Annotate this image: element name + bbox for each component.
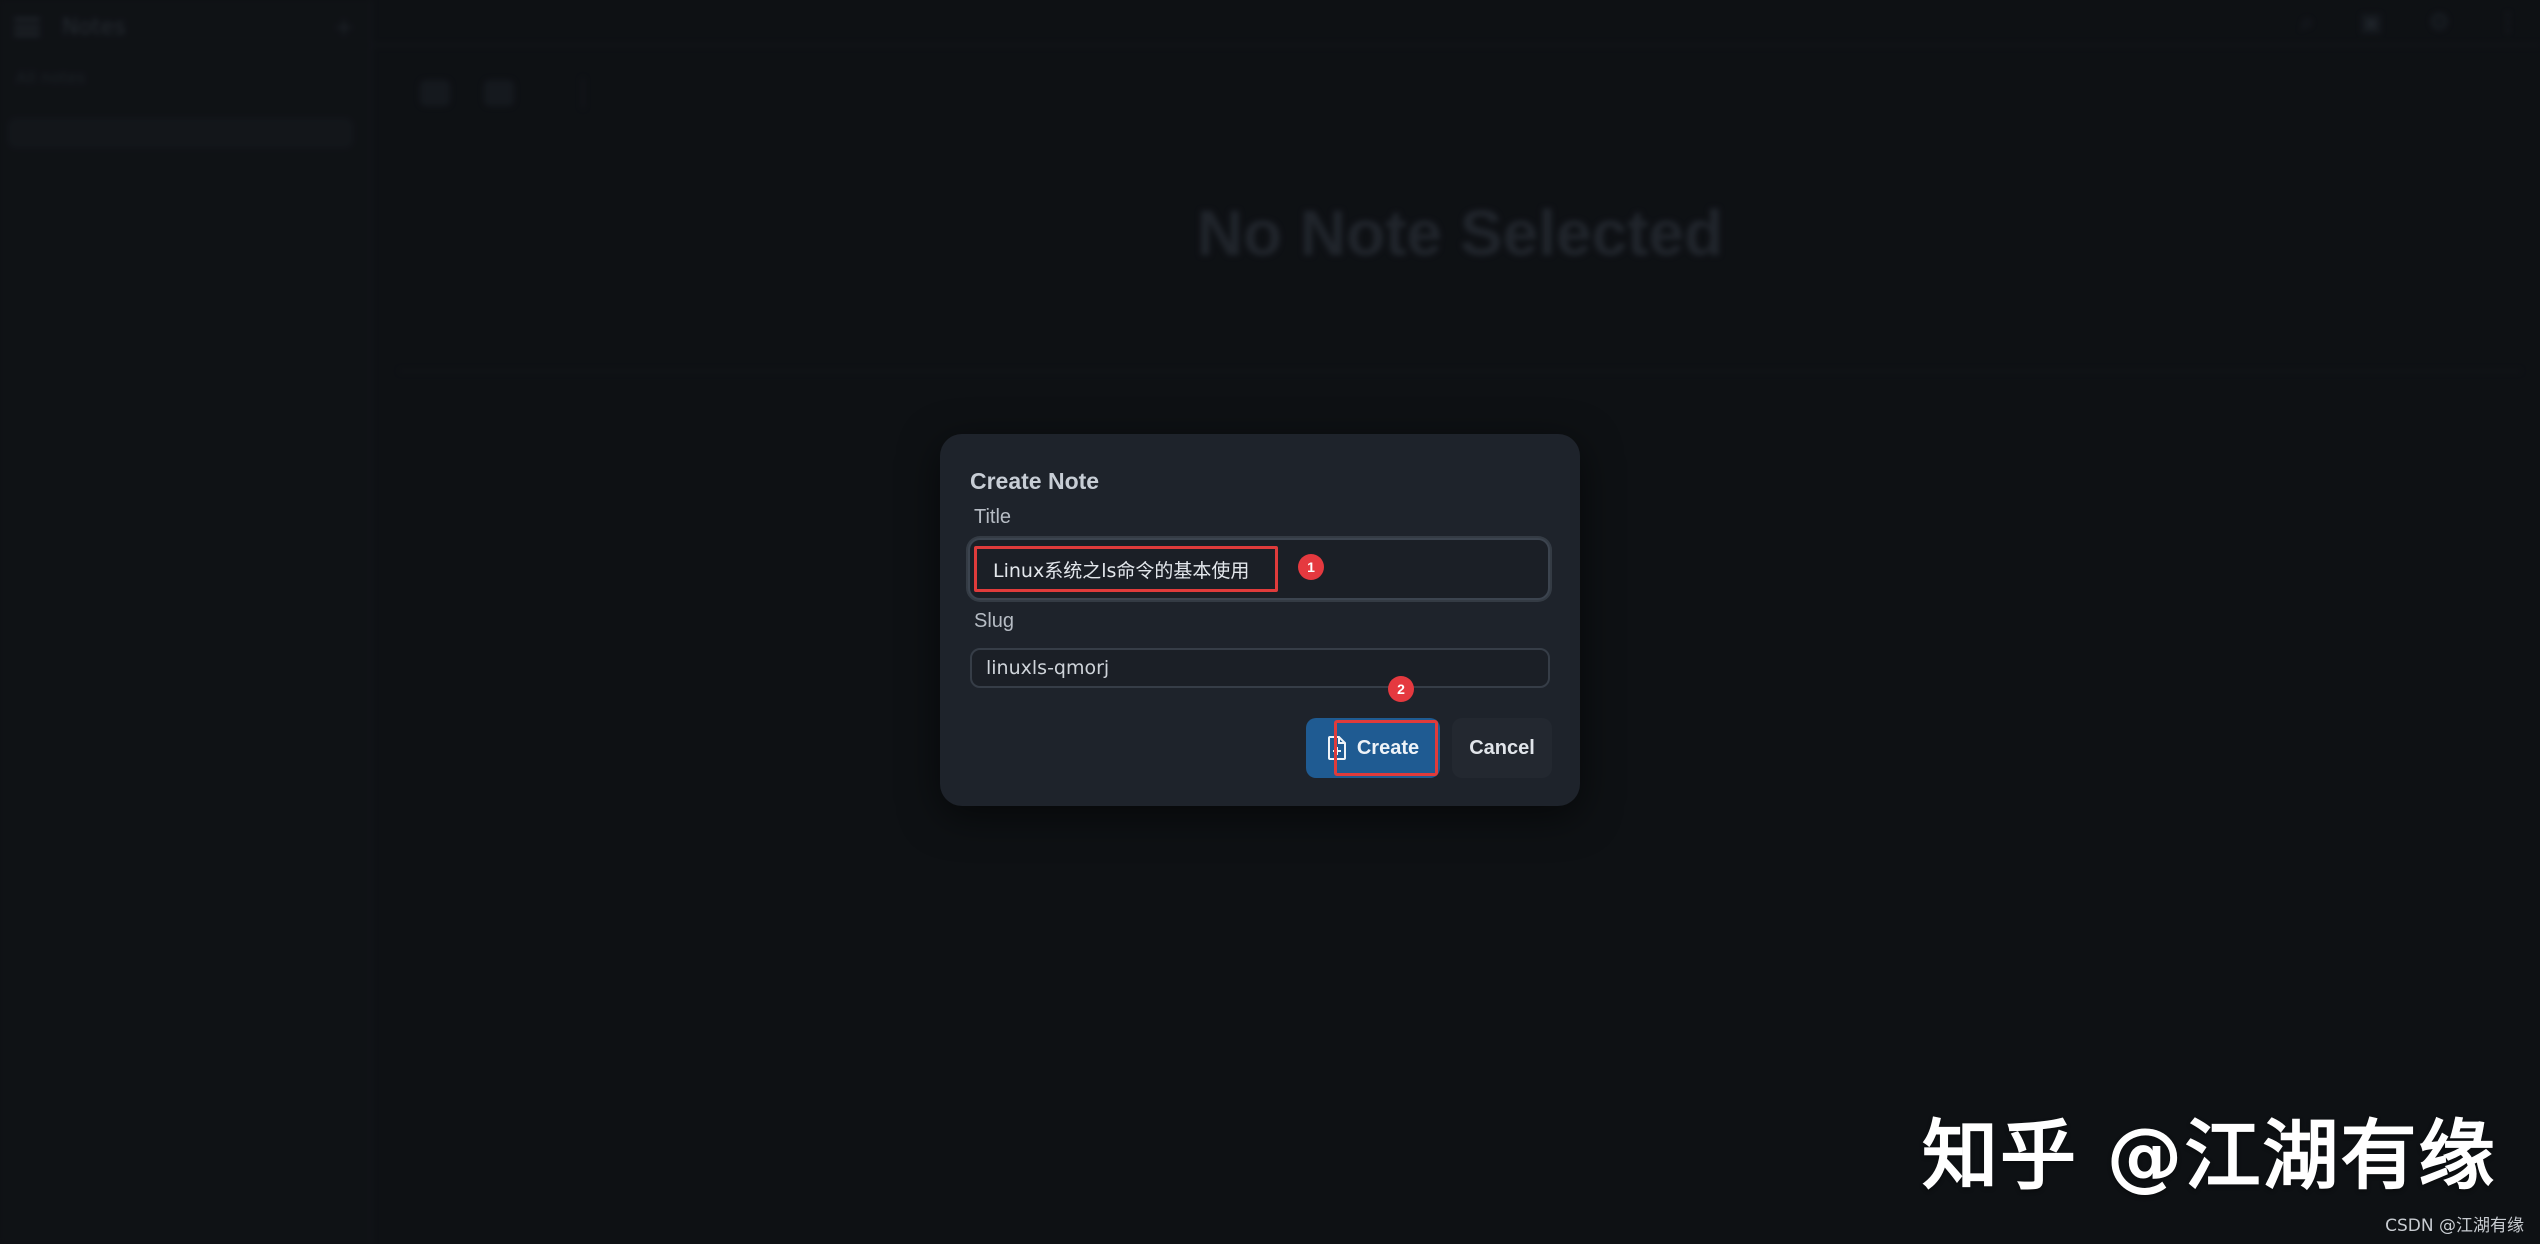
create-note-dialog: Create Note Title 1 Slug 2 Create Cancel	[940, 434, 1580, 806]
slug-label: Slug	[974, 610, 1015, 632]
cancel-button[interactable]: Cancel	[1452, 718, 1552, 778]
dialog-title: Create Note	[970, 468, 1100, 494]
step-badge-2: 2	[1388, 676, 1414, 702]
title-field[interactable]	[968, 538, 1550, 600]
create-button-label: Create	[1356, 736, 1420, 759]
file-plus-icon	[1327, 736, 1346, 760]
corner-watermark: CSDN @江湖有缘	[2385, 1216, 2524, 1236]
step-badge-1: 1	[1298, 554, 1324, 580]
title-input[interactable]	[974, 546, 1278, 592]
create-button[interactable]: Create	[1306, 718, 1440, 778]
title-label: Title	[974, 506, 1012, 528]
slug-input[interactable]	[970, 648, 1550, 688]
watermark: 知乎 @江湖有缘	[1922, 1111, 2497, 1200]
